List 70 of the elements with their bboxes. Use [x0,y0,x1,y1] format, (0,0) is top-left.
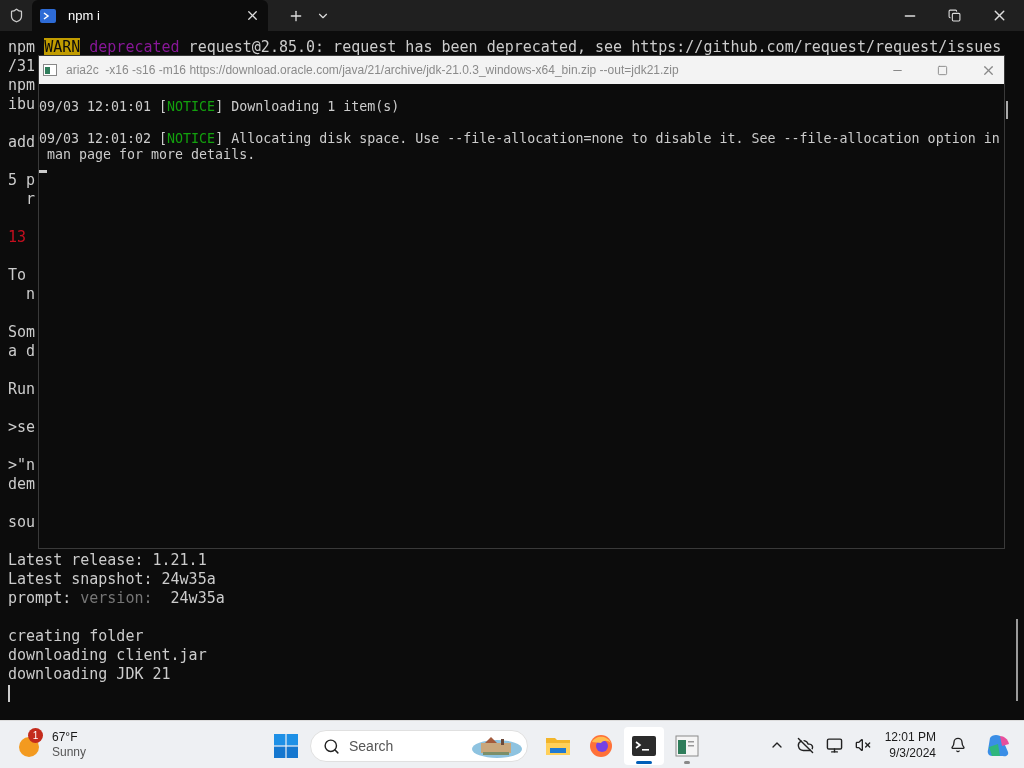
temperature: 67°F [52,730,79,745]
text-cursor [8,685,10,702]
terminal-text: ] Downloading 1 item(s) [215,99,400,114]
terminal-text: add [8,133,36,151]
terminal-tab[interactable]: npm i [32,0,268,31]
terminal-text: request@2.85.0: request has been deprecated, see https://github.com/request/request/issues [187,38,1002,56]
terminal-text: >se [8,418,36,436]
running-indicator [636,761,652,764]
console-window-icon [43,64,57,76]
taskbar-app[interactable] [624,727,664,765]
terminal-text: r [25,190,36,208]
scrollbar-thumb[interactable] [1016,619,1018,701]
shield-icon[interactable] [8,8,24,23]
time: 12:01 PM [884,729,936,745]
terminal-text: Run [8,380,36,398]
terminal-text: n [25,285,36,303]
volume-muted-icon[interactable] [854,737,871,753]
window-title: aria2c -x16 -s16 -m16 https://download.oracle.com/java/21/archive/jdk-21.0.3_windows-x64_bin.zip --out=jdk21.zip [66,62,680,79]
terminal-text: /31 [8,57,36,75]
terminal-text: npm [8,38,37,56]
console-window-icon [675,735,699,757]
terminal-text: 13 [8,228,27,246]
terminal-text: deprecated [88,38,180,56]
close-icon[interactable] [245,8,260,23]
search-field[interactable]: Search [349,735,462,757]
search-icon [323,737,340,755]
folder-icon [545,735,571,757]
tab-title: npm i [68,6,101,25]
terminal-text: WARN [44,38,81,56]
scrollbar-thumb[interactable] [1006,101,1008,119]
terminal-text: ] Allocating disk space. Use --file-allocation=none to disable it. See --file-allocation option in [215,131,1000,146]
network-icon[interactable] [825,736,843,754]
terminal-text: creating folder [8,627,144,645]
date: 9/3/2024 [889,745,936,761]
terminal-text: dem [8,475,36,493]
terminal-text: ibu [8,95,36,113]
text-cursor [39,169,47,173]
search-bar[interactable]: Search [310,730,528,762]
weather-condition: Sunny [52,745,87,760]
restore-icon[interactable] [948,9,961,22]
clock[interactable]: 12:01 PM 9/3/2024 [882,729,938,761]
cloud-off-icon[interactable] [796,736,814,754]
terminal-text: 09/03 12:01:01 [ [39,99,168,114]
copilot-icon[interactable] [986,732,1012,758]
notification-badge: 1 [28,728,43,743]
browser-icon [589,734,613,758]
terminal-text: To [8,266,27,284]
running-indicator [684,761,690,764]
terminal-text: Som [8,323,36,341]
terminal-text: man page for more details. [46,147,256,162]
terminal-text: prompt: [8,589,73,607]
terminal-text: Latest release: 1.21.1 [8,551,207,569]
weather-widget[interactable]: 1 67°F Sunny [18,727,87,763]
terminal-text: npm [8,76,36,94]
terminal-text: 24w35a [169,589,225,607]
bell-icon[interactable] [950,737,966,753]
terminal-text: version: [80,589,154,607]
windows-logo-icon [274,734,298,758]
terminal-text: 09/03 12:01:02 [ [39,131,168,146]
powershell-icon [40,8,56,23]
terminal-text: NOTICE [167,131,216,146]
terminal-text: downloading JDK 21 [8,665,171,683]
terminal-icon [631,735,657,757]
terminal-text: downloading client.jar [8,646,207,664]
terminal-text: NOTICE [167,99,216,114]
terminal-text: >"n [8,456,36,474]
terminal-text: 5 p [8,171,36,189]
terminal-text: a d [8,342,36,360]
terminal-text: sou [8,513,36,531]
terminal-text: Latest snapshot: 24w35a [8,570,216,588]
